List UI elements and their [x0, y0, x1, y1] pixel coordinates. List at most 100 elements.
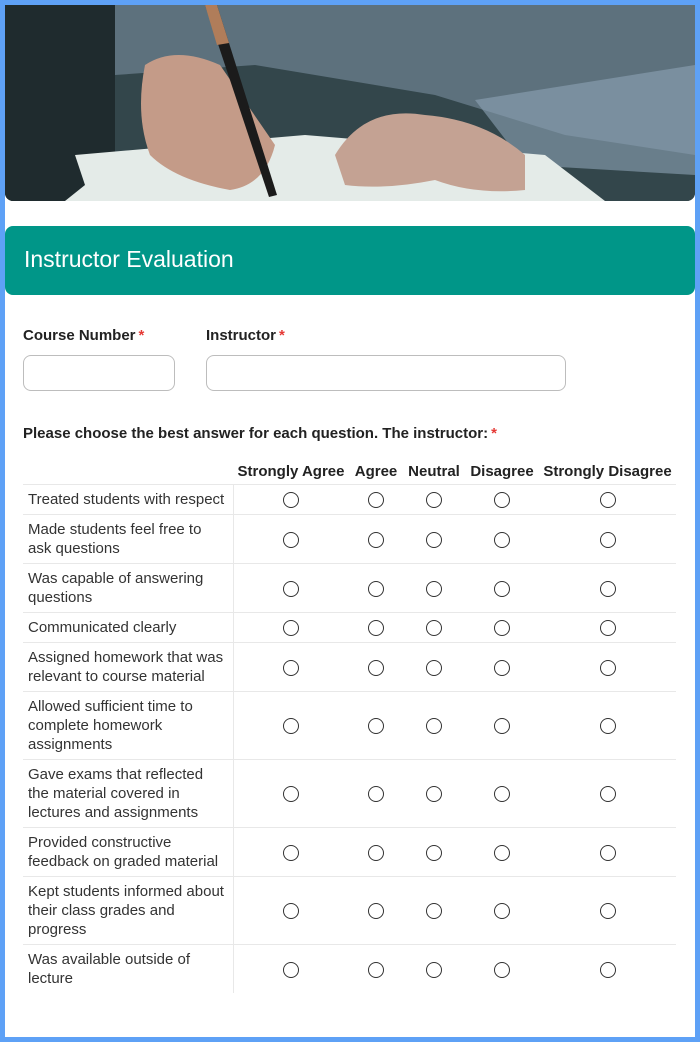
- matrix-option-cell: [465, 876, 539, 945]
- radio-agree[interactable]: [368, 492, 384, 509]
- radio-agree[interactable]: [368, 903, 384, 920]
- radio-neutral[interactable]: [426, 531, 442, 548]
- course-number-label: Course Number *: [23, 327, 145, 344]
- instructor-input[interactable]: [206, 355, 566, 391]
- matrix-option-cell: [403, 944, 465, 993]
- matrix-option-cell: [465, 691, 539, 760]
- radio-disagree[interactable]: [494, 844, 510, 861]
- radio-strongly-agree[interactable]: [283, 531, 300, 548]
- matrix-option-cell: [539, 484, 676, 515]
- matrix-option-cell: [539, 759, 676, 828]
- matrix-option-cell: [349, 827, 403, 877]
- writing-hand-illustration: [5, 5, 695, 201]
- radio-agree[interactable]: [368, 961, 384, 978]
- instructor-label: Instructor *: [206, 327, 285, 344]
- matrix-option-cell: [233, 691, 349, 760]
- column-header-neutral: Neutral: [408, 463, 460, 480]
- matrix-option-cell: [465, 759, 539, 828]
- matrix-option-cell: [465, 944, 539, 993]
- radio-strongly-disagree[interactable]: [599, 659, 616, 676]
- radio-strongly-agree[interactable]: [283, 961, 300, 978]
- matrix-option-cell: [233, 514, 349, 564]
- matrix-row: Was capable of answering questions: [23, 563, 676, 613]
- matrix-header-row: Strongly Agree Agree Neutral Disagree St…: [23, 453, 676, 485]
- matrix-option-cell: [233, 642, 349, 692]
- matrix-row-statement: Allowed sufficient time to complete home…: [23, 691, 234, 760]
- radio-disagree[interactable]: [494, 620, 510, 637]
- radio-strongly-disagree[interactable]: [599, 786, 616, 803]
- radio-agree[interactable]: [368, 844, 384, 861]
- matrix-row: Communicated clearly: [23, 612, 676, 643]
- radio-strongly-disagree[interactable]: [599, 961, 616, 978]
- radio-strongly-disagree[interactable]: [599, 903, 616, 920]
- required-asterisk: *: [138, 327, 145, 344]
- matrix-option-cell: [233, 759, 349, 828]
- radio-neutral[interactable]: [426, 961, 442, 978]
- radio-strongly-disagree[interactable]: [599, 531, 616, 548]
- matrix-option-cell: [465, 563, 539, 613]
- matrix-option-cell: [349, 514, 403, 564]
- radio-neutral[interactable]: [426, 786, 442, 803]
- column-header-strongly-disagree: Strongly Disagree: [543, 463, 672, 480]
- form-page: Instructor Evaluation Course Number * Ins…: [5, 5, 695, 1037]
- radio-disagree[interactable]: [494, 580, 510, 597]
- radio-disagree[interactable]: [494, 786, 510, 803]
- radio-strongly-disagree[interactable]: [599, 492, 616, 509]
- matrix-option-cell: [233, 876, 349, 945]
- matrix-option-cell: [403, 642, 465, 692]
- radio-agree[interactable]: [368, 786, 384, 803]
- matrix-row-statement: Provided constructive feedback on graded…: [23, 827, 234, 877]
- radio-neutral[interactable]: [426, 718, 442, 735]
- column-header-agree: Agree: [354, 463, 398, 480]
- matrix-row: Made students feel free to ask questions: [23, 514, 676, 564]
- matrix-option-cell: [403, 484, 465, 515]
- radio-strongly-agree[interactable]: [283, 844, 300, 861]
- radio-agree[interactable]: [368, 620, 384, 637]
- radio-strongly-disagree[interactable]: [599, 718, 616, 735]
- radio-strongly-agree[interactable]: [283, 580, 300, 597]
- radio-disagree[interactable]: [494, 659, 510, 676]
- radio-disagree[interactable]: [494, 492, 510, 509]
- matrix-row-statement: Made students feel free to ask questions: [23, 514, 234, 564]
- matrix-option-cell: [349, 642, 403, 692]
- radio-agree[interactable]: [368, 580, 384, 597]
- radio-strongly-disagree[interactable]: [599, 580, 616, 597]
- column-header-strongly-agree: Strongly Agree: [237, 463, 345, 480]
- matrix-option-cell: [233, 944, 349, 993]
- matrix-row: Kept students informed about their class…: [23, 876, 676, 945]
- matrix-option-cell: [403, 563, 465, 613]
- radio-neutral[interactable]: [426, 620, 442, 637]
- radio-strongly-agree[interactable]: [283, 718, 300, 735]
- radio-neutral[interactable]: [426, 492, 442, 509]
- matrix-row-statement: Assigned homework that was relevant to c…: [23, 642, 234, 692]
- radio-disagree[interactable]: [494, 903, 510, 920]
- matrix-option-cell: [465, 642, 539, 692]
- matrix-option-cell: [349, 484, 403, 515]
- matrix-option-cell: [539, 944, 676, 993]
- radio-neutral[interactable]: [426, 659, 442, 676]
- matrix-row-statement: Communicated clearly: [23, 612, 234, 643]
- radio-neutral[interactable]: [426, 844, 442, 861]
- radio-strongly-disagree[interactable]: [599, 620, 616, 637]
- radio-neutral[interactable]: [426, 580, 442, 597]
- radio-strongly-agree[interactable]: [283, 492, 300, 509]
- radio-strongly-agree[interactable]: [283, 903, 300, 920]
- radio-strongly-disagree[interactable]: [599, 844, 616, 861]
- radio-strongly-agree[interactable]: [283, 620, 300, 637]
- matrix-option-cell: [403, 876, 465, 945]
- radio-neutral[interactable]: [426, 903, 442, 920]
- course-number-input[interactable]: [23, 355, 175, 391]
- radio-disagree[interactable]: [494, 531, 510, 548]
- matrix-option-cell: [539, 514, 676, 564]
- radio-strongly-agree[interactable]: [283, 659, 300, 676]
- radio-agree[interactable]: [368, 718, 384, 735]
- radio-disagree[interactable]: [494, 961, 510, 978]
- radio-agree[interactable]: [368, 659, 384, 676]
- radio-strongly-agree[interactable]: [283, 786, 300, 803]
- radio-disagree[interactable]: [494, 718, 510, 735]
- required-asterisk: *: [491, 425, 497, 442]
- matrix-option-cell: [349, 944, 403, 993]
- matrix-option-cell: [465, 484, 539, 515]
- matrix-row-statement: Gave exams that reflected the material c…: [23, 759, 234, 828]
- radio-agree[interactable]: [368, 531, 384, 548]
